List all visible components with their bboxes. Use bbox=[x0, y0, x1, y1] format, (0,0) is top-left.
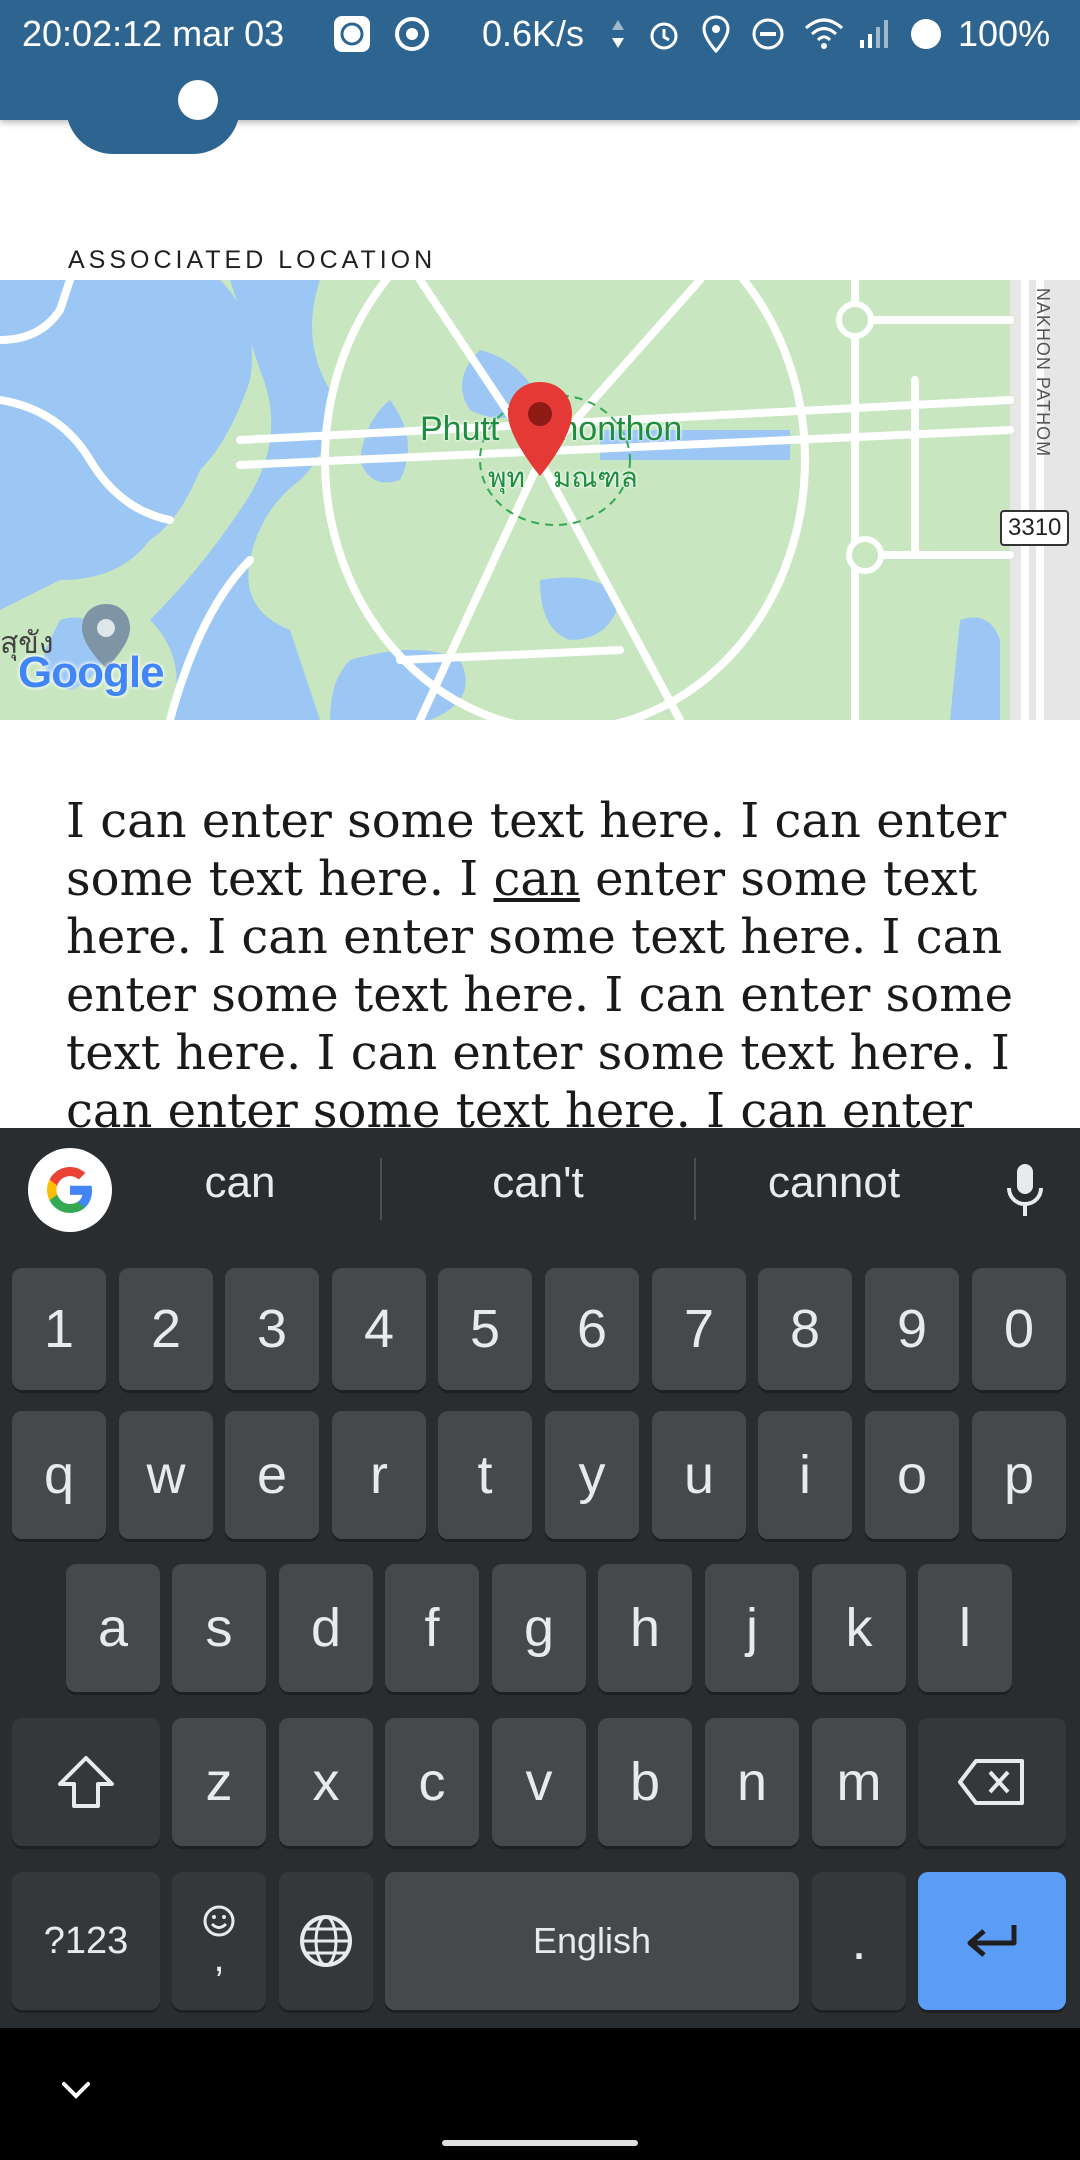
backspace-key[interactable] bbox=[918, 1718, 1066, 1846]
google-attribution: Google bbox=[18, 648, 165, 698]
sync-icon bbox=[392, 14, 432, 54]
key-w[interactable]: w bbox=[119, 1411, 213, 1539]
key-h[interactable]: h bbox=[598, 1564, 692, 1692]
soft-keyboard: can can't cannot 1 2 3 4 5 6 7 8 9 0 q w… bbox=[0, 1128, 1080, 2028]
shift-icon bbox=[58, 1756, 114, 1808]
period-key[interactable]: . bbox=[812, 1872, 906, 2010]
key-o[interactable]: o bbox=[865, 1411, 959, 1539]
key-z[interactable]: z bbox=[172, 1718, 266, 1846]
backspace-icon bbox=[958, 1759, 1024, 1805]
chip-indicator bbox=[178, 80, 218, 120]
home-handle[interactable] bbox=[442, 2140, 638, 2146]
key-5[interactable]: 5 bbox=[438, 1268, 532, 1390]
app-icon bbox=[332, 14, 372, 54]
key-d[interactable]: d bbox=[279, 1564, 373, 1692]
key-s[interactable]: s bbox=[172, 1564, 266, 1692]
key-4[interactable]: 4 bbox=[332, 1268, 426, 1390]
map-place-label-right: nonthon bbox=[559, 410, 683, 448]
key-7[interactable]: 7 bbox=[652, 1268, 746, 1390]
dnd-icon bbox=[748, 14, 788, 54]
symbols-key[interactable]: ?123 bbox=[12, 1872, 160, 2010]
suggestion-bar: can can't cannot bbox=[0, 1128, 1080, 1256]
suggestion-3[interactable]: cannot bbox=[694, 1158, 974, 1208]
section-label: ASSOCIATED LOCATION bbox=[68, 246, 437, 274]
partial-chip-button[interactable] bbox=[66, 60, 240, 154]
key-3[interactable]: 3 bbox=[225, 1268, 319, 1390]
key-l[interactable]: l bbox=[918, 1564, 1012, 1692]
suggestion-1[interactable]: can bbox=[100, 1158, 380, 1208]
key-t[interactable]: t bbox=[438, 1411, 532, 1539]
route-shield: 3310 bbox=[1000, 510, 1070, 546]
enter-key[interactable] bbox=[918, 1872, 1066, 2010]
key-8[interactable]: 8 bbox=[758, 1268, 852, 1390]
composing-word: can bbox=[493, 851, 580, 907]
key-n[interactable]: n bbox=[705, 1718, 799, 1846]
key-f[interactable]: f bbox=[385, 1564, 479, 1692]
wifi-icon bbox=[802, 14, 846, 54]
note-body-text[interactable]: I can enter some text here. I can enter … bbox=[66, 792, 1026, 1130]
status-time: 20:02:12 mar 03 bbox=[22, 13, 285, 54]
key-u[interactable]: u bbox=[652, 1411, 746, 1539]
key-i[interactable]: i bbox=[758, 1411, 852, 1539]
comma-emoji-key[interactable]: , bbox=[172, 1872, 266, 2010]
key-k[interactable]: k bbox=[812, 1564, 906, 1692]
key-m[interactable]: m bbox=[812, 1718, 906, 1846]
location-pin-icon[interactable] bbox=[504, 380, 576, 480]
space-key[interactable]: English bbox=[385, 1872, 799, 2010]
globe-icon bbox=[300, 1915, 352, 1967]
chevron-down-icon[interactable] bbox=[56, 2070, 96, 2110]
map-road-label-text: NAKHON PATHOM bbox=[1033, 287, 1054, 458]
map-road-label: NAKHON PATHOM bbox=[1010, 288, 1070, 470]
shift-key[interactable] bbox=[12, 1718, 160, 1846]
key-v[interactable]: v bbox=[492, 1718, 586, 1846]
key-y[interactable]: y bbox=[545, 1411, 639, 1539]
key-c[interactable]: c bbox=[385, 1718, 479, 1846]
battery-icon bbox=[908, 14, 944, 54]
mic-icon[interactable] bbox=[1000, 1160, 1050, 1220]
key-j[interactable]: j bbox=[705, 1564, 799, 1692]
key-b[interactable]: b bbox=[598, 1718, 692, 1846]
net-arrows-icon bbox=[608, 14, 628, 54]
map-place-label-left: Phutt bbox=[420, 410, 500, 448]
key-x[interactable]: x bbox=[279, 1718, 373, 1846]
battery-level: 100% bbox=[958, 13, 1051, 54]
key-0[interactable]: 0 bbox=[972, 1268, 1066, 1390]
location-map[interactable]: Phutt nonthon พุท มณฑล สุขัง NAKHON PATHOM… bbox=[0, 186, 1080, 734]
net-speed: 0.6K/s bbox=[482, 13, 585, 54]
key-p[interactable]: p bbox=[972, 1411, 1066, 1539]
key-6[interactable]: 6 bbox=[545, 1268, 639, 1390]
key-a[interactable]: a bbox=[66, 1564, 160, 1692]
key-g[interactable]: g bbox=[492, 1564, 586, 1692]
key-e[interactable]: e bbox=[225, 1411, 319, 1539]
key-9[interactable]: 9 bbox=[865, 1268, 959, 1390]
suggestion-2[interactable]: can't bbox=[398, 1158, 678, 1208]
globe-key[interactable] bbox=[279, 1872, 373, 2010]
enter-icon bbox=[967, 1925, 1017, 1957]
google-attribution-text: Google bbox=[18, 648, 165, 697]
suggestion-divider bbox=[380, 1158, 382, 1220]
emoji-icon bbox=[203, 1905, 235, 1937]
key-r[interactable]: r bbox=[332, 1411, 426, 1539]
alarm-icon bbox=[644, 14, 684, 54]
key-q[interactable]: q bbox=[12, 1411, 106, 1539]
comma-label: , bbox=[213, 1936, 225, 1980]
key-2[interactable]: 2 bbox=[119, 1268, 213, 1390]
key-1[interactable]: 1 bbox=[12, 1268, 106, 1390]
location-icon bbox=[696, 14, 736, 54]
signal-icon bbox=[856, 14, 892, 54]
navigation-bar bbox=[0, 2028, 1080, 2160]
